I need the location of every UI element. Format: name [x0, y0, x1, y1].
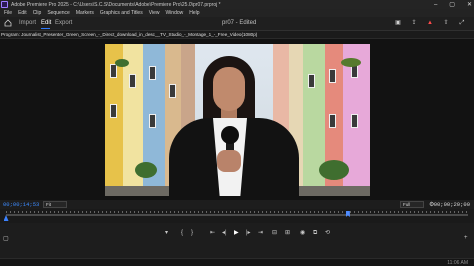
add-marker-icon[interactable]: ▢ [3, 235, 9, 242]
menu-sequence[interactable]: Sequence [47, 10, 70, 16]
playback-resolution-value: Full [403, 202, 411, 207]
window [329, 114, 336, 128]
go-to-out-icon[interactable]: ⇥ [258, 230, 263, 237]
viewer-controls-row: 00;00;14;53 Fit Full ⚙ 00;00;20;00 [0, 200, 474, 209]
close-button[interactable]: ✕ [467, 1, 472, 8]
window [169, 84, 176, 98]
zoom-level-value: Fit [46, 202, 51, 207]
workspace-header: Import Edit Export pr07 - Edited ▣ ⇪ ▲ ⇧… [0, 17, 474, 30]
set-out-icon[interactable]: } [191, 230, 193, 237]
share-icon[interactable]: ⇪ [410, 20, 418, 27]
scrub-track[interactable] [6, 214, 468, 216]
time-ruler[interactable] [0, 209, 474, 223]
microphone-icon [221, 126, 239, 144]
premiere-pro-logo-icon [1, 1, 8, 8]
home-icon[interactable] [4, 19, 12, 27]
presenter-hand [217, 150, 241, 172]
step-back-icon[interactable]: ◂| [222, 230, 227, 237]
insert-icon[interactable]: ⊟ [272, 230, 277, 237]
window-controls: – ▢ ✕ [434, 0, 472, 9]
os-taskbar: 11:06 AM [0, 258, 474, 266]
go-to-in-icon[interactable]: ⇤ [210, 230, 215, 237]
menu-file[interactable]: File [4, 10, 12, 16]
step-forward-icon[interactable]: |▸ [246, 230, 251, 237]
alert-icon[interactable]: ▲ [426, 20, 434, 27]
menu-clip[interactable]: Clip [33, 10, 42, 16]
window [110, 64, 117, 78]
menu-view[interactable]: View [149, 10, 160, 16]
workspace-icons: ▣ ⇪ ▲ ⇧ ⤢ [394, 20, 466, 27]
comparison-view-icon[interactable]: ⧉ [313, 230, 317, 237]
presenter-face [213, 67, 245, 111]
workspaces-icon[interactable]: ▣ [394, 20, 402, 27]
title-bar: Adobe Premiere Pro 2025 - C:\Users\S.C.S… [0, 0, 474, 9]
menu-markers[interactable]: Markers [76, 10, 94, 16]
document-title: pr07 - Edited [222, 20, 257, 26]
program-panel-header: Program: Journalist_Presenter_Green_Scre… [0, 30, 474, 39]
transport-controls: ▢ ▾ { } ⇤ ◂| ▶ |▸ ⇥ ⊟ ⊞ ◉ ⧉ ⟲ + [0, 223, 474, 245]
active-tab-indicator [41, 28, 50, 29]
tab-import[interactable]: Import [19, 20, 36, 26]
overwrite-icon[interactable]: ⊞ [285, 230, 290, 237]
vr-icon[interactable]: ⟲ [325, 230, 330, 237]
ruler-ticks [6, 211, 468, 213]
minimize-button[interactable]: – [434, 2, 437, 8]
program-monitor-tab[interactable]: Program: Journalist_Presenter_Green_Scre… [1, 32, 257, 37]
button-editor-icon[interactable]: + [464, 235, 468, 241]
set-in-icon[interactable]: { [181, 230, 183, 237]
in-point-marker-icon[interactable] [345, 211, 350, 217]
export-frame-icon[interactable]: ◉ [300, 230, 305, 237]
window [110, 104, 117, 118]
window-title: Adobe Premiere Pro 2025 - C:\Users\S.C.S… [11, 1, 221, 8]
video-frame [105, 44, 370, 196]
window [149, 114, 156, 128]
tab-edit[interactable]: Edit [41, 20, 51, 26]
duration-timecode: 00;00;20;00 [433, 201, 470, 208]
add-marker-icon[interactable]: ▾ [165, 230, 168, 237]
fullscreen-icon[interactable]: ⤢ [458, 20, 466, 27]
playback-resolution-select[interactable]: Full [400, 201, 424, 208]
menu-graphics-and-titles[interactable]: Graphics and Titles [100, 10, 143, 16]
menu-bar: File Edit Clip Sequence Markers Graphics… [0, 9, 474, 17]
menu-help[interactable]: Help [189, 10, 199, 16]
quick-export-icon[interactable]: ⇧ [442, 20, 450, 27]
play-icon[interactable]: ▶ [234, 230, 239, 237]
maximize-button[interactable]: ▢ [449, 1, 455, 8]
zoom-level-select[interactable]: Fit [43, 201, 67, 208]
flower-box [341, 58, 361, 67]
window [129, 74, 136, 88]
flower-box [115, 59, 129, 67]
tab-export[interactable]: Export [55, 20, 72, 26]
system-clock: 11:06 AM [447, 260, 468, 266]
menu-window[interactable]: Window [165, 10, 183, 16]
window [329, 69, 336, 83]
window [149, 66, 156, 80]
shrub [319, 160, 349, 180]
menu-edit[interactable]: Edit [18, 10, 27, 16]
window [308, 74, 315, 88]
shrub [135, 162, 157, 178]
current-timecode[interactable]: 00;00;14;53 [3, 201, 39, 208]
program-monitor-viewer[interactable] [0, 39, 474, 200]
window [351, 114, 358, 128]
